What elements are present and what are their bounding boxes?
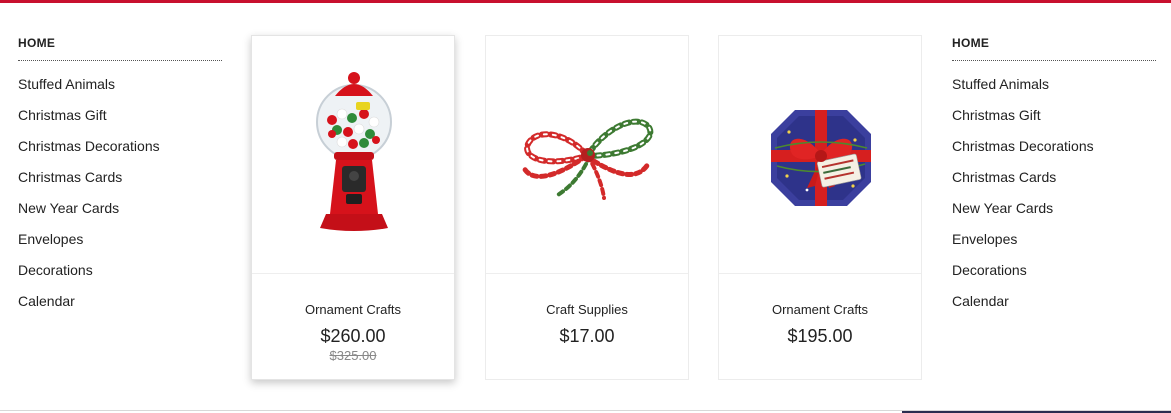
christmas-gift-tin-icon — [771, 110, 871, 206]
category-link-christmas-cards[interactable]: Christmas Cards — [952, 168, 1156, 199]
category-link-new-year-cards[interactable]: New Year Cards — [18, 199, 222, 230]
menu-home-link[interactable]: HOME — [952, 36, 1156, 61]
category-menu-right: HOME Stuffed Animals Christmas Gift Chri… — [952, 36, 1156, 323]
category-link-calendar[interactable]: Calendar — [952, 292, 1156, 323]
category-link-decorations[interactable]: Decorations — [18, 261, 222, 292]
category-link-decorations[interactable]: Decorations — [952, 261, 1156, 292]
category-link-christmas-gift[interactable]: Christmas Gift — [18, 106, 222, 137]
category-link-calendar[interactable]: Calendar — [18, 292, 222, 323]
category-link-stuffed-animals[interactable]: Stuffed Animals — [952, 75, 1156, 106]
product-price: $195.00 — [787, 326, 853, 346]
product-name[interactable]: Craft Supplies — [486, 302, 688, 317]
category-list: Stuffed Animals Christmas Gift Christmas… — [952, 75, 1156, 323]
category-menu-left: HOME Stuffed Animals Christmas Gift Chri… — [18, 36, 222, 323]
product-name[interactable]: Ornament Crafts — [252, 302, 454, 317]
category-list: Stuffed Animals Christmas Gift Christmas… — [18, 75, 222, 323]
gumball-machine-icon — [316, 72, 392, 231]
category-link-new-year-cards[interactable]: New Year Cards — [952, 199, 1156, 230]
product-price: $260.00 — [320, 326, 386, 346]
category-link-christmas-gift[interactable]: Christmas Gift — [952, 106, 1156, 137]
bakers-twine-icon — [521, 118, 654, 200]
product-image-gumball-machine[interactable] — [252, 36, 454, 274]
product-card[interactable]: Ornament Crafts $260.00 $325.00 — [251, 35, 455, 380]
product-price: $17.00 — [559, 326, 615, 346]
product-image-christmas-gift-tin[interactable] — [719, 36, 921, 274]
product-image-bakers-twine[interactable] — [486, 36, 688, 274]
top-accent-bar — [0, 0, 1171, 3]
menu-home-link[interactable]: HOME — [18, 36, 222, 61]
category-link-stuffed-animals[interactable]: Stuffed Animals — [18, 75, 222, 106]
product-name[interactable]: Ornament Crafts — [719, 302, 921, 317]
category-link-christmas-cards[interactable]: Christmas Cards — [18, 168, 222, 199]
product-old-price: $325.00 — [329, 348, 377, 363]
product-card[interactable]: Craft Supplies $17.00 — [485, 35, 689, 380]
product-card[interactable]: Ornament Crafts $195.00 — [718, 35, 922, 380]
category-link-envelopes[interactable]: Envelopes — [952, 230, 1156, 261]
category-link-envelopes[interactable]: Envelopes — [18, 230, 222, 261]
category-link-christmas-decorations[interactable]: Christmas Decorations — [952, 137, 1156, 168]
category-link-christmas-decorations[interactable]: Christmas Decorations — [18, 137, 222, 168]
